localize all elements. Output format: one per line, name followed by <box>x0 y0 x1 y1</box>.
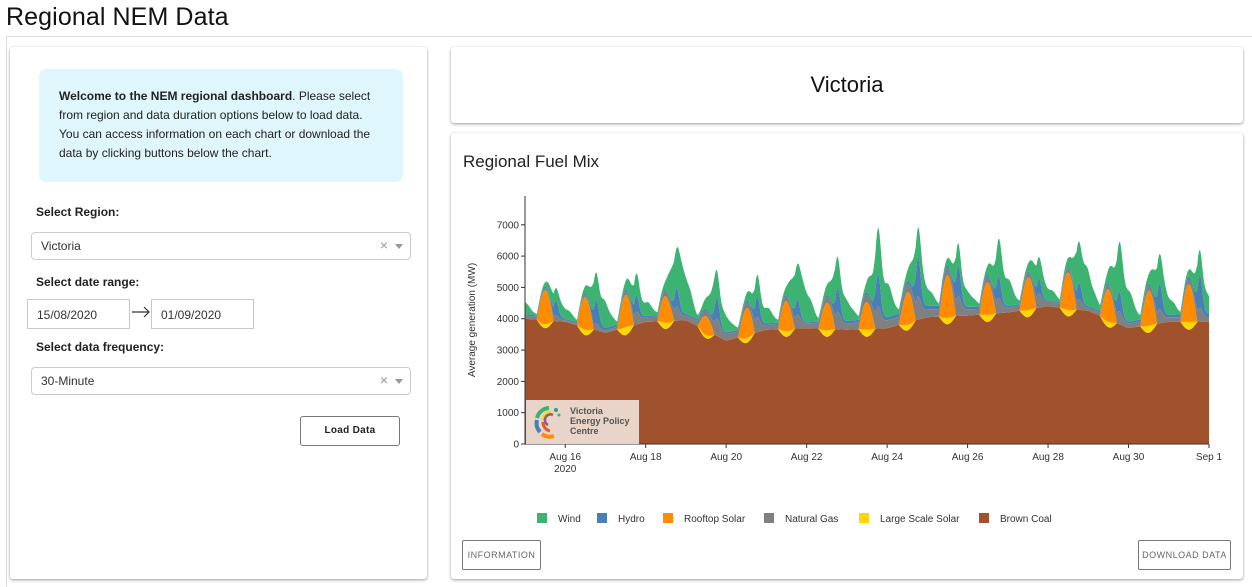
legend-item-natural-gas[interactable]: Natural Gas <box>764 513 838 525</box>
region-select[interactable]: Victoria × <box>31 232 411 260</box>
x-tick-label: Aug 20 <box>710 452 742 463</box>
chart-card: Regional Fuel Mix 0 1000 2000 3000 4000 5000 6… <box>451 133 1243 579</box>
vepc-logo-line-1: Victoria <box>570 406 603 416</box>
y-tick-label: 3000 <box>497 346 520 357</box>
x-tick-label: Sep 1 <box>1196 452 1223 463</box>
legend-swatch <box>537 513 547 523</box>
page-title: Regional NEM Data <box>6 3 229 31</box>
legend-item-rooftop-solar[interactable]: Rooftop Solar <box>663 513 745 525</box>
y-tick-label: 1000 <box>497 408 520 419</box>
x-tick-label: Aug 22 <box>791 452 823 463</box>
arrow-right-icon <box>132 306 150 318</box>
x-tick-label: Aug 30 <box>1113 452 1145 463</box>
information-button[interactable]: INFORMATION <box>462 540 541 570</box>
y-tick-label: 2000 <box>497 377 520 388</box>
load-data-button[interactable]: Load Data <box>300 416 400 446</box>
y-tick-label: 7000 <box>497 220 520 231</box>
x-tick-label: Aug 24 <box>871 452 903 463</box>
legend-label: Hydro <box>618 514 645 525</box>
frequency-select-value: 30-Minute <box>41 374 95 388</box>
legend-item-large-scale-solar[interactable]: Large Scale Solar <box>859 513 960 525</box>
x-tick-label: Aug 28 <box>1032 452 1064 463</box>
vepc-logo-text: Victoria Energy Policy Centre <box>570 406 630 436</box>
legend-swatch <box>979 513 989 523</box>
y-tick-label: 4000 <box>497 314 520 325</box>
legend-swatch <box>663 513 673 523</box>
vepc-logo: Victoria Energy Policy Centre <box>526 400 639 444</box>
region-title: Victoria <box>810 72 884 97</box>
legend-item-hydro[interactable]: Hydro <box>597 513 645 525</box>
legend-label: Large Scale Solar <box>880 514 960 525</box>
y-tick-label: 5000 <box>497 283 520 294</box>
start-date-value: 15/08/2020 <box>37 308 98 322</box>
legend-swatch <box>764 513 774 523</box>
x-tick-label: Aug 26 <box>952 452 984 463</box>
control-panel: Welcome to the NEM regional dashboard. P… <box>10 47 427 579</box>
chevron-down-icon[interactable] <box>395 244 403 249</box>
legend-item-wind[interactable]: Wind <box>537 513 581 525</box>
vepc-logo-line-2: Energy Policy <box>570 416 630 426</box>
region-title-card: Victoria <box>451 47 1243 123</box>
legend-label: Wind <box>558 514 581 525</box>
download-data-button[interactable]: DOWNLOAD DATA <box>1138 540 1231 570</box>
region-select-value: Victoria <box>41 239 81 253</box>
legend-label: Natural Gas <box>785 514 839 525</box>
x-tick-sublabel: 2020 <box>554 464 577 475</box>
clear-icon[interactable]: × <box>380 237 388 253</box>
end-date-value: 01/09/2020 <box>161 308 222 322</box>
legend-swatch <box>597 513 607 523</box>
frequency-label: Select data frequency: <box>36 340 165 354</box>
chevron-down-icon[interactable] <box>395 379 403 384</box>
welcome-bold: Welcome to the NEM regional dashboard <box>59 89 293 103</box>
x-tick-label: Aug 18 <box>630 452 662 463</box>
region-label: Select Region: <box>36 205 120 219</box>
start-date-input[interactable]: 15/08/2020 <box>27 299 130 329</box>
vepc-logo-mark-icon <box>534 406 561 439</box>
y-axis-label: Average generation (MW) <box>467 263 478 377</box>
clear-icon[interactable]: × <box>380 372 388 388</box>
legend-label: Brown Coal <box>1000 514 1052 525</box>
end-date-input[interactable]: 01/09/2020 <box>151 299 254 329</box>
y-tick-label: 0 <box>513 440 519 451</box>
frequency-select[interactable]: 30-Minute × <box>31 367 411 395</box>
x-tick-label: Aug 16 <box>549 452 581 463</box>
legend-swatch <box>859 513 869 523</box>
legend-label: Rooftop Solar <box>684 514 746 525</box>
y-tick-label: 6000 <box>497 252 520 263</box>
date-range-label: Select date range: <box>36 275 140 289</box>
legend-item-brown-coal[interactable]: Brown Coal <box>979 513 1052 525</box>
welcome-message: Welcome to the NEM regional dashboard. P… <box>39 69 403 182</box>
vepc-logo-line-3: Centre <box>570 426 599 436</box>
